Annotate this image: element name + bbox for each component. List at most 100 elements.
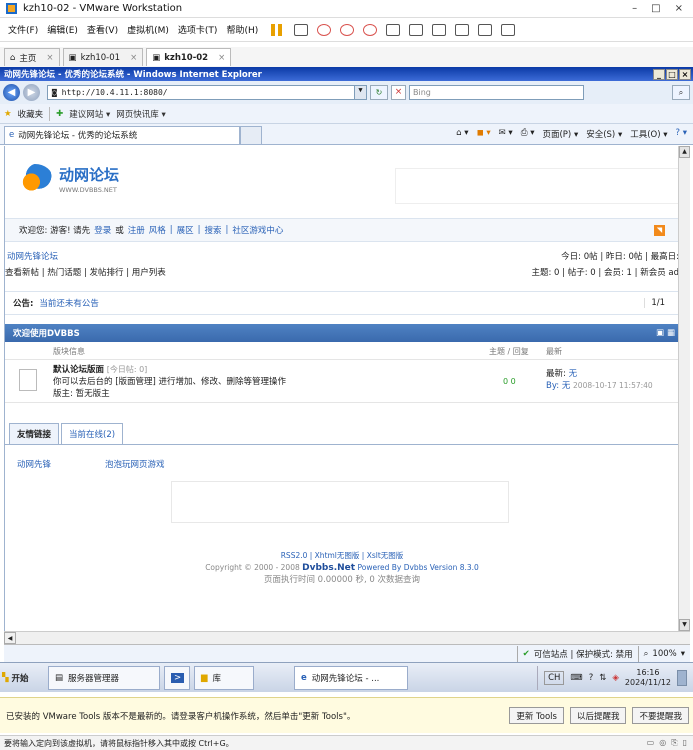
board-row[interactable]: 默认论坛版面 [今日帖: 0] 你可以去后台的 [版面管理] 进行增加、修改、删… xyxy=(5,361,678,403)
close-icon[interactable]: × xyxy=(218,53,225,63)
tab-home[interactable]: ⌂ 主页 × xyxy=(4,48,60,66)
panel-toggle-icon[interactable]: ▣ ▦ xyxy=(656,328,675,338)
dont-remind-button[interactable]: 不要提醒我 xyxy=(632,707,689,724)
feeds-icon[interactable]: ◼ ▾ xyxy=(477,128,491,140)
register-link[interactable]: 注册 xyxy=(128,224,145,236)
cd-icon[interactable]: ◎ xyxy=(659,738,666,748)
breadcrumb-home[interactable]: 动网先锋论坛 xyxy=(5,250,58,262)
taskbar-powershell[interactable]: > xyxy=(164,665,190,690)
maximize-button[interactable]: □ xyxy=(651,3,660,14)
search-input[interactable]: Bing xyxy=(409,85,584,100)
stretch-icon[interactable] xyxy=(501,23,516,36)
home-icon[interactable]: ⌂ ▾ xyxy=(456,128,468,140)
scroll-up-icon[interactable]: ▲ xyxy=(679,146,690,158)
snapshot-icon[interactable] xyxy=(317,23,332,36)
powered-by[interactable]: Powered By Dvbbs Version 8.3.0 xyxy=(357,563,478,572)
pause-icon[interactable] xyxy=(271,23,285,36)
menu-view[interactable]: 查看(V) xyxy=(87,23,118,36)
footer-links[interactable]: RSS2.0 | Xhtml无图版 | Xslt无图版 xyxy=(5,550,678,562)
minimize-button[interactable]: – xyxy=(632,3,637,14)
help-icon[interactable]: ? xyxy=(589,673,594,683)
add-favorite-icon[interactable]: ✚ xyxy=(56,109,63,119)
tab-online[interactable]: 当前在线(2) xyxy=(61,423,124,444)
safety-menu[interactable]: 安全(S) ▾ xyxy=(586,128,622,140)
menu-file[interactable]: 文件(F) xyxy=(8,23,38,36)
fullscreen-icon[interactable] xyxy=(432,23,447,36)
close-icon[interactable]: × xyxy=(130,53,137,63)
unity-icon[interactable] xyxy=(455,23,470,36)
menu-edit[interactable]: 编辑(E) xyxy=(47,23,78,36)
network-adapter-icon[interactable]: ⎘ xyxy=(671,738,677,748)
friend-link-paopao[interactable]: 泡泡玩网页游戏 xyxy=(105,458,165,470)
board-name[interactable]: 默认论坛版面 xyxy=(53,365,104,375)
back-icon[interactable]: ◀ xyxy=(3,84,20,101)
thumbnail-icon[interactable] xyxy=(409,23,424,36)
menu-vm[interactable]: 虚拟机(M) xyxy=(127,23,169,36)
ie-minimize-button[interactable]: _ xyxy=(653,68,665,80)
console-icon[interactable] xyxy=(478,23,493,36)
taskbar-ie[interactable]: e 动网先锋论坛 - ... xyxy=(294,665,408,690)
keyboard-icon[interactable]: ⌨ xyxy=(570,673,582,683)
top-nav: 欢迎您: 游客! 请先 登录 或 注册 风格 | 展区 | 搜索 | 社区游戏中… xyxy=(5,218,678,242)
dvbbs-link[interactable]: Dvbbs.Net xyxy=(302,563,355,573)
usb-icon[interactable]: ▯ xyxy=(683,738,687,748)
language-indicator[interactable]: CH xyxy=(544,670,565,685)
notice-text[interactable]: 当前还未有公告 xyxy=(39,297,99,309)
taskbar-server-manager[interactable]: ▤ 服务器管理器 xyxy=(48,665,160,690)
security-zone[interactable]: ✔ 可信站点 | 保护模式: 禁用 xyxy=(516,645,638,662)
volume-icon[interactable]: ◈ xyxy=(612,673,619,683)
stop-icon[interactable]: × xyxy=(391,85,406,100)
search-link[interactable]: 搜索 xyxy=(205,224,222,236)
revert-snapshot-icon[interactable] xyxy=(340,23,355,36)
mail-icon[interactable]: ✉ ▾ xyxy=(499,128,513,140)
showcase-link[interactable]: 展区 xyxy=(177,224,194,236)
game-center-link[interactable]: 社区游戏中心 xyxy=(232,224,283,236)
address-input[interactable]: ◙ http://10.4.11.1:8080/ ▼ xyxy=(47,85,367,100)
refresh-icon[interactable]: ↻ xyxy=(370,85,388,100)
help-icon[interactable]: ? ▾ xyxy=(676,128,687,140)
clock[interactable]: 16:16 2024/11/12 xyxy=(625,668,671,688)
tab-kzh10-01[interactable]: ▣ kzh10-01 × xyxy=(62,48,144,66)
tab-links[interactable]: 友情链接 xyxy=(9,423,60,444)
suggested-sites-link[interactable]: 建议网站 ▾ xyxy=(69,108,110,120)
latest-value[interactable]: 无 xyxy=(569,369,578,379)
library-icon[interactable] xyxy=(386,23,401,36)
horizontal-scrollbar[interactable]: ◀ xyxy=(4,631,690,644)
search-icon[interactable]: ⌕ xyxy=(672,85,690,100)
ie-tab-active[interactable]: e 动网先锋论坛 - 优秀的论坛系统 xyxy=(4,125,240,145)
scroll-left-icon[interactable]: ◀ xyxy=(4,632,16,644)
ie-new-tab-button[interactable] xyxy=(240,125,262,145)
page-menu[interactable]: 页面(P) ▾ xyxy=(542,128,578,140)
scroll-down-icon[interactable]: ▼ xyxy=(679,619,690,631)
ie-close-button[interactable]: × xyxy=(679,68,691,80)
show-desktop-icon[interactable] xyxy=(677,669,687,686)
chevron-down-icon[interactable]: ▼ xyxy=(354,86,366,99)
start-button[interactable]: ▚ 开始 xyxy=(2,666,44,690)
vertical-scrollbar[interactable]: ▲ ▼ xyxy=(678,146,690,631)
update-tools-button[interactable]: 更新 Tools xyxy=(509,707,564,724)
login-link[interactable]: 登录 xyxy=(94,224,111,236)
network-icon[interactable]: ⇅ xyxy=(599,673,606,683)
favorites-button[interactable]: 收藏夹 xyxy=(18,108,44,120)
forum-logo[interactable]: 动网论坛 WWW.DVBBS.NET xyxy=(17,164,119,194)
print-icon[interactable]: ⎙ ▾ xyxy=(521,128,535,140)
hdd-icon[interactable]: ▭ xyxy=(647,738,655,748)
snapshot-manager-icon[interactable] xyxy=(363,23,378,36)
tab-kzh10-02[interactable]: ▣ kzh10-02 × xyxy=(146,48,232,66)
menu-tabs[interactable]: 选项卡(T) xyxy=(178,23,218,36)
ie-maximize-button[interactable]: □ xyxy=(666,68,678,80)
menu-help[interactable]: 帮助(H) xyxy=(226,23,258,36)
tools-menu[interactable]: 工具(O) ▾ xyxy=(630,128,667,140)
rss-icon[interactable]: ◥ xyxy=(654,224,665,236)
send-keys-icon[interactable] xyxy=(294,23,309,36)
close-button[interactable]: × xyxy=(675,3,683,14)
web-slice-gallery-link[interactable]: 网页快讯库 ▾ xyxy=(116,108,165,120)
forward-icon[interactable]: ▶ xyxy=(23,84,40,101)
sub-links[interactable]: 查看新帖 | 热门话题 | 发帖排行 | 用户列表 xyxy=(5,266,166,278)
close-icon[interactable]: × xyxy=(46,53,53,63)
style-link[interactable]: 风格 xyxy=(149,224,166,236)
friend-link-dvbbs[interactable]: 动网先锋 xyxy=(17,458,51,470)
remind-later-button[interactable]: 以后提醒我 xyxy=(569,707,627,724)
zoom-control[interactable]: ⌕ 100% ▾ xyxy=(637,645,690,662)
taskbar-explorer[interactable]: ▆ 库 xyxy=(194,665,254,690)
